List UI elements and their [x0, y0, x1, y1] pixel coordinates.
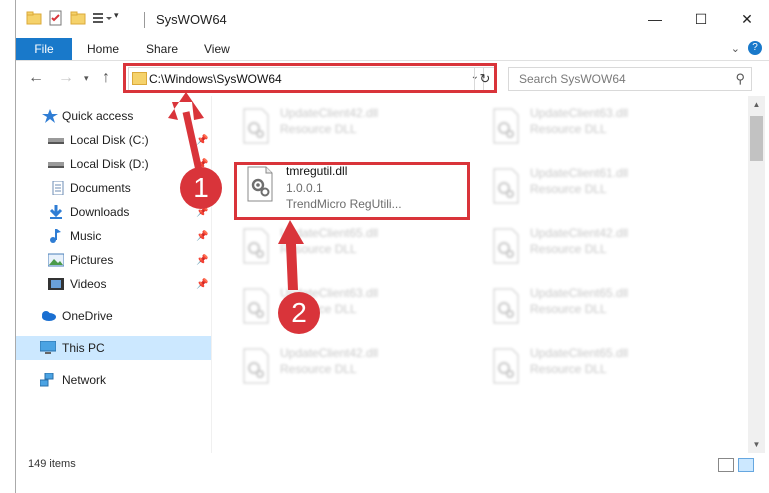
annotation-arrows — [168, 92, 304, 290]
step-1-badge: 1 — [180, 167, 222, 209]
step-2-badge: 2 — [278, 292, 320, 334]
arrow-2 — [278, 220, 304, 290]
arrow-1-shaft — [182, 111, 204, 176]
